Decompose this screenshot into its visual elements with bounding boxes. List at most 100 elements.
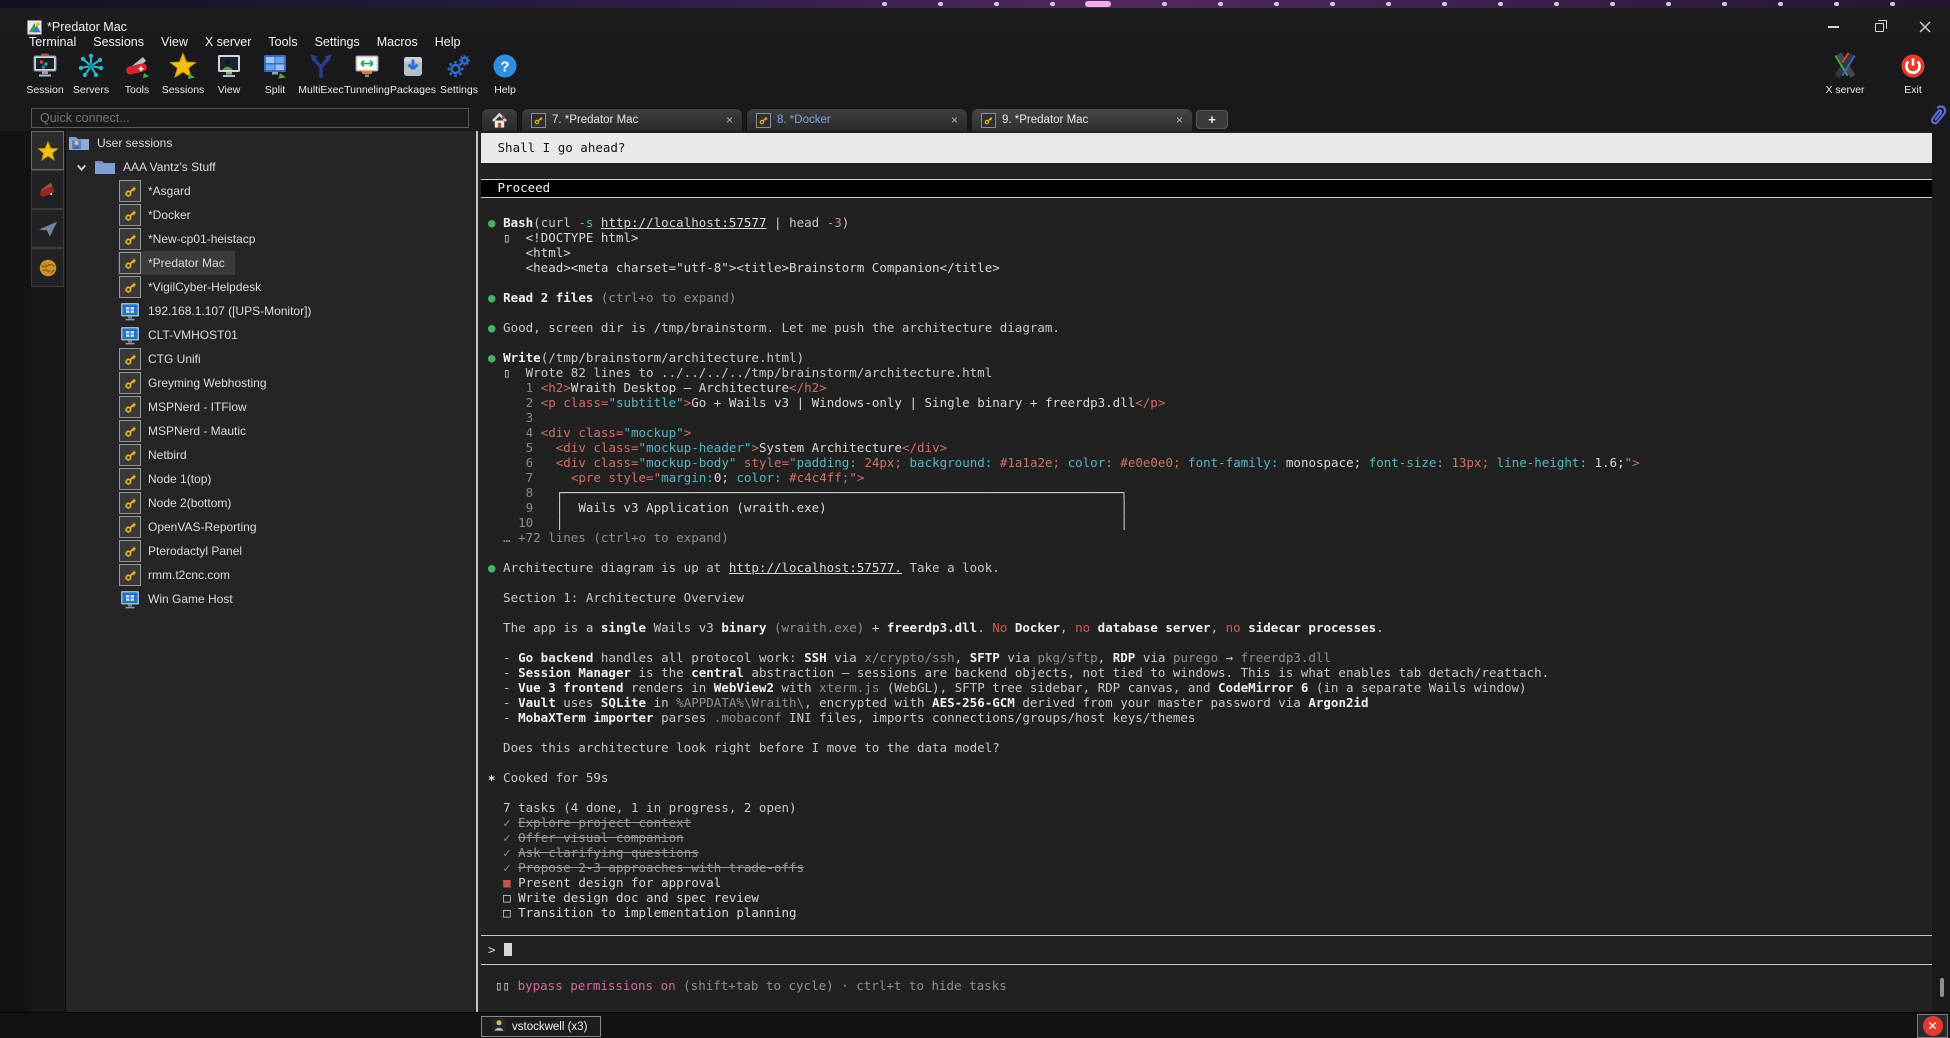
desktop-strip-dot bbox=[1834, 2, 1839, 6]
session-item-label: MSPNerd - Mautic bbox=[148, 424, 246, 438]
session-item-wrap: rmm.t2cnc.com bbox=[118, 563, 240, 587]
terminal-close-button[interactable]: ✕ bbox=[1917, 1014, 1948, 1038]
session-item-openvas-reporting[interactable]: OpenVAS-Reporting bbox=[66, 515, 481, 539]
menu-item-tools[interactable]: Tools bbox=[268, 35, 297, 49]
session-item-mspnerd-itflow[interactable]: MSPNerd - ITFlow bbox=[66, 395, 481, 419]
session-item-label: Greyming Webhosting bbox=[148, 376, 267, 390]
session-item-node-1-top[interactable]: Node 1(top) bbox=[66, 467, 481, 491]
toolbar-button-session[interactable]: Session bbox=[22, 50, 68, 96]
terminal-line: 7 tasks (4 done, 1 in progress, 2 open) bbox=[481, 800, 1932, 815]
toolbar-button-split[interactable]: Split bbox=[252, 50, 298, 96]
session-item-new-cp01-heistacp[interactable]: *New-cp01-heistacp bbox=[66, 227, 481, 251]
session-item-ctg-unifi[interactable]: CTG Unifi bbox=[66, 347, 481, 371]
terminal-scrollbar-track[interactable] bbox=[1932, 131, 1950, 1012]
settings-icon bbox=[445, 52, 473, 80]
key-icon bbox=[119, 228, 141, 250]
tree-group-aaa-vantz-s-stuff[interactable]: AAA Vantz's Stuff bbox=[66, 155, 481, 179]
session-item-mspnerd-mautic[interactable]: MSPNerd - Mautic bbox=[66, 419, 481, 443]
toolbar-button-view[interactable]: View bbox=[206, 50, 252, 96]
text-cursor bbox=[504, 943, 512, 956]
tab-8-docker[interactable]: 8. *Docker× bbox=[746, 108, 968, 131]
key-icon bbox=[119, 468, 141, 490]
tab-label: 7. *Predator Mac bbox=[552, 114, 720, 126]
tab-9-predator-mac[interactable]: 9. *Predator Mac× bbox=[971, 108, 1193, 131]
desktop-strip-dot bbox=[1330, 2, 1335, 6]
chevron-down-icon[interactable] bbox=[75, 161, 88, 174]
menu-item-help[interactable]: Help bbox=[435, 35, 461, 49]
toolbar-button-tools[interactable]: Tools bbox=[114, 50, 160, 96]
tab-close-icon[interactable]: × bbox=[951, 113, 958, 127]
session-item-docker[interactable]: *Docker bbox=[66, 203, 481, 227]
footer-session-tab[interactable]: vstockwell (x3) bbox=[481, 1016, 601, 1037]
menu-item-settings[interactable]: Settings bbox=[315, 35, 360, 49]
key-icon bbox=[119, 372, 141, 394]
session-item-wrap: MSPNerd - ITFlow bbox=[118, 395, 257, 419]
session-item-192-168-1-107-ups-monitor[interactable]: 192.168.1.107 ([UPS-Monitor]) bbox=[66, 299, 481, 323]
session-item-greyming-webhosting[interactable]: Greyming Webhosting bbox=[66, 371, 481, 395]
star-icon bbox=[169, 52, 197, 80]
session-item-rmm-t2cnc-com[interactable]: rmm.t2cnc.com bbox=[66, 563, 481, 587]
terminal-line: □ Write design doc and spec review bbox=[481, 890, 1932, 905]
menu-bar: Terminal Sessions View X server Tools Setting… bbox=[0, 34, 1950, 50]
sidebar-nav-tools-knife-icon[interactable] bbox=[31, 170, 64, 209]
svg-text:?: ? bbox=[500, 59, 509, 76]
toolbar-button-help[interactable]: ?Help bbox=[482, 50, 528, 96]
menu-item-terminal[interactable]: Terminal bbox=[29, 35, 76, 49]
key-icon bbox=[119, 276, 141, 298]
menu-item-sessions[interactable]: Sessions bbox=[93, 35, 144, 49]
menu-item-view[interactable]: View bbox=[161, 35, 188, 49]
prompt-input[interactable]: > bbox=[481, 935, 1932, 965]
toolbar-button-sessions[interactable]: Sessions bbox=[160, 50, 206, 96]
terminal-line: - Vault uses SQLite in %APPDATA%\Wraith\… bbox=[481, 695, 1932, 710]
tab-7-predator-mac[interactable]: 7. *Predator Mac × bbox=[521, 108, 743, 131]
tab-close-icon[interactable]: × bbox=[726, 113, 733, 127]
desktop-strip-dot bbox=[938, 2, 943, 6]
toolbar-button-x-server[interactable]: X server bbox=[1816, 50, 1874, 96]
proceed-option[interactable]: Proceed bbox=[481, 179, 1932, 198]
toolbar-button-packages[interactable]: Packages bbox=[390, 50, 436, 96]
terminal-line bbox=[481, 920, 1932, 935]
toolbar-button-settings[interactable]: Settings bbox=[436, 50, 482, 96]
desktop-strip-dot bbox=[1386, 2, 1391, 6]
terminal-line bbox=[481, 335, 1932, 350]
desktop-strip-dot bbox=[1498, 2, 1503, 6]
sidebar-nav-remote-globe-icon[interactable] bbox=[31, 248, 64, 287]
session-item-label: MSPNerd - ITFlow bbox=[148, 400, 247, 414]
title-bar: *Predator Mac bbox=[0, 8, 1950, 32]
footer-session-label: vstockwell (x3) bbox=[512, 1021, 587, 1033]
terminal-line: 9 │ Wails v3 Application (wraith.exe) │ bbox=[481, 500, 1932, 515]
terminal-scrollbar-thumb[interactable] bbox=[1940, 978, 1944, 997]
toolbar-button-multiexec[interactable]: MultiExec bbox=[298, 50, 344, 96]
new-tab-button[interactable]: + bbox=[1196, 110, 1228, 129]
tree-root-user-sessions[interactable]: User sessions bbox=[66, 131, 481, 155]
toolbar-button-exit[interactable]: Exit bbox=[1884, 50, 1942, 96]
quick-connect-input[interactable] bbox=[31, 108, 469, 128]
session-item-clt-vmhost01[interactable]: CLT-VMHOST01 bbox=[66, 323, 481, 347]
tab-close-icon[interactable]: × bbox=[1176, 113, 1183, 127]
mobaxterm-logo-icon bbox=[27, 20, 42, 35]
session-item-vigilcyber-helpdesk[interactable]: *VigilCyber-Helpdesk bbox=[66, 275, 481, 299]
folder-user-icon bbox=[68, 134, 90, 153]
tools-icon bbox=[123, 52, 151, 80]
menu-item-macros[interactable]: Macros bbox=[377, 35, 418, 49]
session-item-pterodactyl-panel[interactable]: Pterodactyl Panel bbox=[66, 539, 481, 563]
tab-home[interactable] bbox=[481, 108, 518, 131]
menu-item-x-server[interactable]: X server bbox=[205, 35, 252, 49]
toolbar-label: MultiExec bbox=[298, 84, 344, 96]
session-item-label: *Docker bbox=[148, 208, 191, 222]
bottom-bar: vstockwell (x3) ✕ bbox=[0, 1012, 1950, 1038]
session-item-wrap: Win Game Host bbox=[118, 587, 243, 611]
terminal[interactable]: Shall I go ahead? Proceed● Bash(curl -s … bbox=[481, 131, 1932, 1012]
session-item-win-game-host[interactable]: Win Game Host bbox=[66, 587, 481, 611]
attachments-paperclip-icon[interactable] bbox=[1924, 103, 1948, 129]
session-item-predator-mac[interactable]: *Predator Mac bbox=[66, 251, 481, 275]
session-item-node-2-bottom[interactable]: Node 2(bottom) bbox=[66, 491, 481, 515]
sidebar-nav-sessions-star-icon[interactable] bbox=[31, 131, 64, 170]
sidebar-nav-macros-plane-icon[interactable] bbox=[31, 209, 64, 248]
terminal-line: ✓ Explore project context bbox=[481, 815, 1932, 830]
toolbar-button-servers[interactable]: Servers bbox=[68, 50, 114, 96]
toolbar-button-tunneling[interactable]: Tunneling bbox=[344, 50, 390, 96]
session-item-asgard[interactable]: *Asgard bbox=[66, 179, 481, 203]
desktop-strip-dot bbox=[1890, 2, 1895, 6]
session-item-netbird[interactable]: Netbird bbox=[66, 443, 481, 467]
